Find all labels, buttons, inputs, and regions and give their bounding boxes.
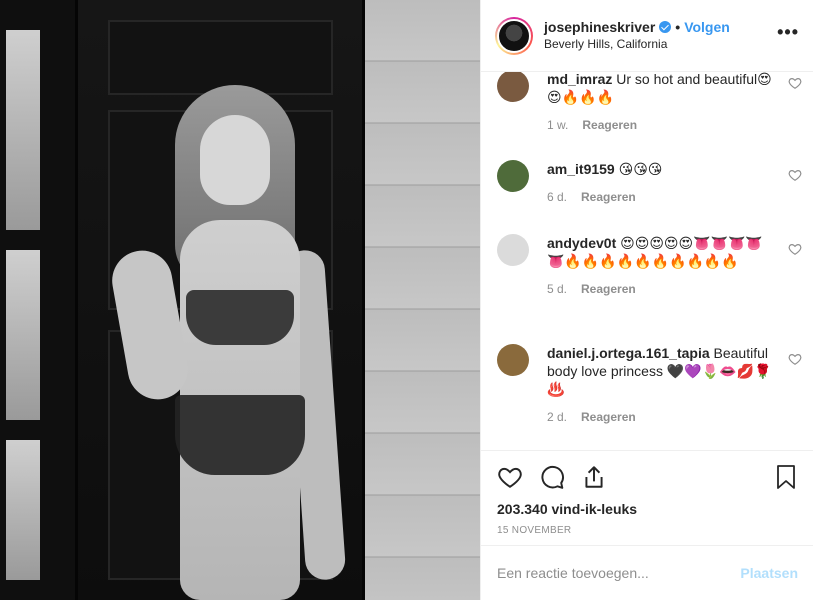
- location-link[interactable]: Beverly Hills, California: [544, 36, 730, 53]
- comment-input[interactable]: [497, 565, 741, 581]
- post-date[interactable]: 15 NOVEMBER: [497, 525, 798, 536]
- comment-like-icon[interactable]: [788, 352, 802, 366]
- post-sidebar: josephineskriver • Volgen Beverly Hills,…: [480, 0, 813, 600]
- comment-text: 😘😘😘: [618, 161, 663, 177]
- comment-username[interactable]: andydev0t: [547, 235, 616, 251]
- comment-icon[interactable]: [539, 464, 565, 490]
- comment-item: am_it9159 😘😘😘 6 d. Reageren: [497, 160, 802, 204]
- comment-time: 1 w.: [547, 118, 569, 132]
- comment-avatar[interactable]: [497, 344, 529, 376]
- separator: •: [675, 18, 681, 35]
- follow-button[interactable]: Volgen: [684, 19, 730, 36]
- comment-avatar[interactable]: [497, 72, 529, 102]
- heart-icon[interactable]: [497, 464, 523, 490]
- comment-like-icon[interactable]: [788, 168, 802, 182]
- comments-list[interactable]: md_imraz Ur so hot and beautiful😍😍🔥🔥🔥 1 …: [481, 72, 813, 450]
- likes-count[interactable]: 203.340 vind-ik-leuks: [497, 501, 798, 517]
- profile-avatar[interactable]: [495, 16, 533, 55]
- comment-like-icon[interactable]: [788, 76, 802, 90]
- reply-button[interactable]: Reageren: [581, 282, 636, 296]
- comment-time: 6 d.: [547, 190, 568, 204]
- post-comment-button[interactable]: Plaatsen: [740, 565, 798, 581]
- add-comment-bar: Plaatsen: [481, 545, 813, 600]
- bookmark-icon[interactable]: [774, 464, 798, 490]
- comment-username[interactable]: am_it9159: [547, 161, 615, 177]
- post-actions: 203.340 vind-ik-leuks 15 NOVEMBER: [481, 450, 813, 545]
- comment-username[interactable]: md_imraz: [547, 72, 612, 87]
- comment-like-icon[interactable]: [788, 242, 802, 256]
- model-figure: [107, 85, 350, 600]
- username-link[interactable]: josephineskriver: [544, 19, 655, 36]
- share-icon[interactable]: [581, 464, 607, 490]
- more-icon[interactable]: •••: [777, 23, 799, 41]
- comment-item: daniel.j.ortega.161_tapia Beautiful body…: [497, 344, 802, 424]
- reply-button[interactable]: Reageren: [581, 190, 636, 204]
- verified-icon: [659, 21, 672, 33]
- window-frame: [0, 0, 75, 600]
- stone-wall: [365, 0, 480, 600]
- comment-avatar[interactable]: [497, 234, 529, 266]
- comment-item: andydev0t 😍😍😍😍😍👅👅👅👅👅🔥🔥🔥🔥🔥🔥🔥🔥🔥🔥 5 d. Reage…: [497, 234, 802, 296]
- comment-item: md_imraz Ur so hot and beautiful😍😍🔥🔥🔥 1 …: [497, 72, 802, 132]
- post-photo[interactable]: [0, 0, 480, 600]
- reply-button[interactable]: Reageren: [581, 410, 636, 424]
- comment-avatar[interactable]: [497, 160, 529, 192]
- post-modal: josephineskriver • Volgen Beverly Hills,…: [0, 0, 813, 600]
- reply-button[interactable]: Reageren: [582, 118, 637, 132]
- post-header: josephineskriver • Volgen Beverly Hills,…: [481, 0, 813, 72]
- comment-time: 2 d.: [547, 410, 568, 424]
- comment-time: 5 d.: [547, 282, 568, 296]
- comment-username[interactable]: daniel.j.ortega.161_tapia: [547, 345, 710, 361]
